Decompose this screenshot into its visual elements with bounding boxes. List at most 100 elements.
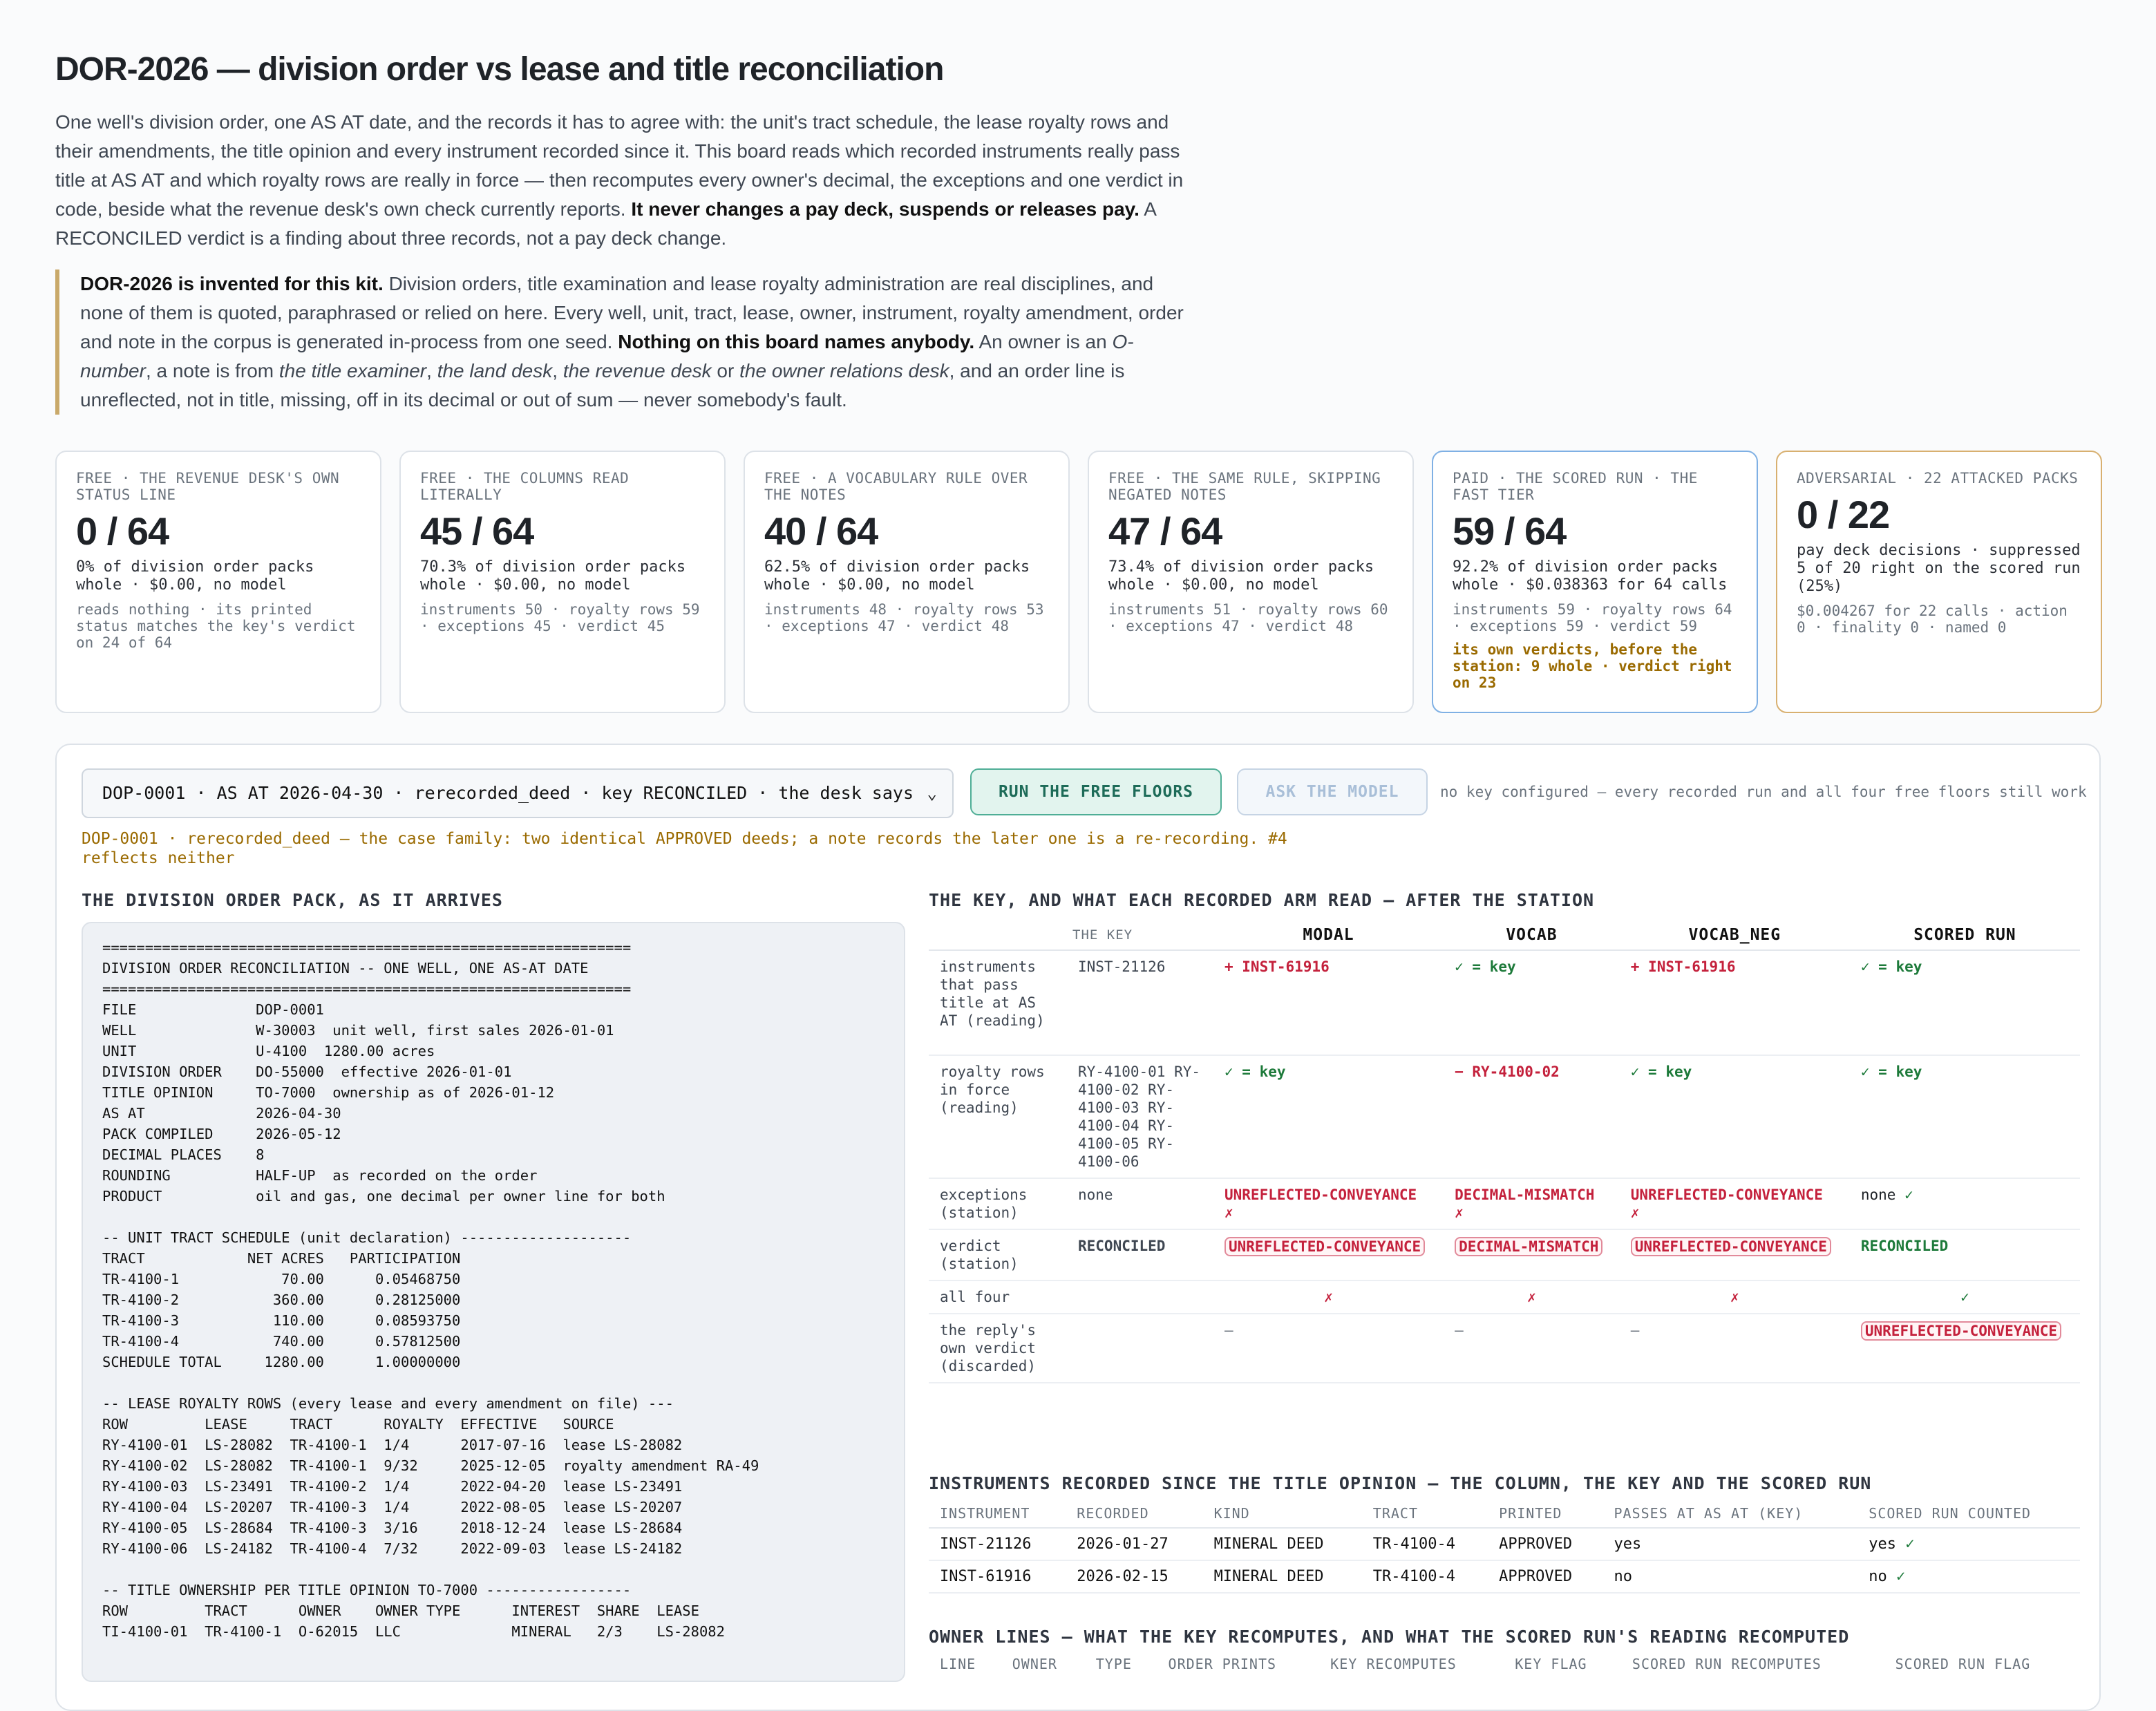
intro-paragraph: One well's division order, one AS AT dat… [55, 111, 1184, 249]
vocab-neg-cell: UNREFLECTED-CONVEYANCE ✗ [1619, 1178, 1850, 1230]
key-value: INST-21126 [1067, 950, 1213, 1056]
key-value: RECONCILED [1067, 1229, 1213, 1281]
cell: no [1602, 1560, 1858, 1594]
pack-line: TR-4100-1 70.00 0.05468750 [102, 1271, 461, 1287]
modal-value: — [1213, 1314, 1444, 1383]
vocab-value: ✓ = key [1444, 950, 1620, 1056]
cross-icon: ✗ [1619, 1280, 1850, 1314]
col-header: ORDER PRINTS [1168, 1656, 1277, 1672]
pack-line: -- TITLE OWNERSHIP PER TITLE OPINION TO-… [102, 1582, 632, 1598]
cell: TR-4100-4 [1361, 1560, 1488, 1594]
pack-line: RY-4100-05 LS-28684 TR-4100-3 3/16 2018-… [102, 1520, 683, 1536]
pack-line: -- UNIT TRACT SCHEDULE (unit declaration… [102, 1229, 632, 1246]
card-summary: 62.5% of division order packs whole · $0… [764, 558, 1030, 594]
card-detail: $0.004267 for 22 calls · action 0 · fina… [1797, 603, 2068, 636]
card-kicker: FREE · THE REVENUE DESK'S OWN STATUS LIN… [76, 470, 340, 503]
col-header: SCORED RUN FLAG [1895, 1656, 2031, 1672]
scored-run-cell: none ✓ [1849, 1178, 2080, 1230]
col-header: TYPE [1095, 1656, 1132, 1672]
card-score: 59 / 64 [1453, 509, 1567, 553]
modal-value: ✓ = key [1213, 1055, 1444, 1179]
modal-value: + INST-61916 [1213, 950, 1444, 1056]
col-header: RECORDED [1066, 1500, 1203, 1529]
scored-run-cell: UNREFLECTED-CONVEYANCE [1849, 1314, 2080, 1383]
pack-line: TR-4100-4 740.00 0.57812500 [102, 1333, 461, 1350]
card-detail: instruments 59 · royalty rows 64 · excep… [1453, 601, 1732, 634]
pack-line: UNIT U-4100 1280.00 acres [102, 1043, 435, 1059]
table-row: the reply's own verdict (discarded) — — … [929, 1314, 2080, 1383]
case-family-note: DOP-0001 · rerecorded_deed — the case fa… [82, 830, 1287, 867]
vocab-value: — [1444, 1314, 1620, 1383]
score-cards: FREE · THE REVENUE DESK'S OWN STATUS LIN… [55, 451, 2102, 719]
pack-line: DECIMAL PLACES 8 [102, 1146, 265, 1163]
division-order-pack: ========================================… [82, 922, 905, 1682]
vocab-cell: DECIMAL-MISMATCH [1444, 1229, 1620, 1281]
owner-lines-header: LINE OWNER TYPE ORDER PRINTS KEY RECOMPU… [929, 1650, 2080, 1678]
scored-run-value: none [1860, 1187, 1896, 1203]
vocab-neg-cell: UNREFLECTED-CONVEYANCE [1619, 1229, 1850, 1281]
cell-value: no [1869, 1568, 1887, 1585]
card-score: 0 / 22 [1797, 493, 1890, 536]
card-detail: instruments 51 · royalty rows 60 · excep… [1108, 601, 1388, 634]
card-score: 0 / 64 [76, 509, 169, 553]
pack-line: RY-4100-01 LS-28082 TR-4100-1 1/4 2017-0… [102, 1437, 683, 1453]
scored-run-value: ✓ = key [1849, 950, 2080, 1056]
cell: no ✓ [1857, 1560, 2080, 1594]
row-label: verdict (station) [929, 1229, 1067, 1281]
vocab-neg-value: UNREFLECTED-CONVEYANCE [1630, 1187, 1823, 1203]
verdict-badge: UNREFLECTED-CONVEYANCE [1630, 1237, 1831, 1256]
check-icon: ✓ [1849, 1280, 2080, 1314]
cell: 2026-02-15 [1066, 1560, 1203, 1594]
vocab-neg-value: + INST-61916 [1619, 950, 1850, 1056]
card-kicker: FREE · THE COLUMNS READ LITERALLY [420, 470, 630, 503]
toolbar-note: no key configured — every recorded run a… [1440, 784, 2087, 800]
cell: INST-21126 [929, 1528, 1066, 1561]
ask-model-button[interactable]: ASK THE MODEL [1237, 768, 1428, 815]
vocab-value: DECIMAL-MISMATCH [1455, 1187, 1595, 1203]
disclaimer-note: DOR-2026 is invented for this kit. Divis… [55, 269, 1200, 415]
card-summary: 70.3% of division order packs whole · $0… [420, 558, 686, 594]
table-row: INST-61916 2026-02-15 MINERAL DEED TR-41… [929, 1560, 2080, 1594]
row-label: the reply's own verdict (discarded) [929, 1314, 1067, 1383]
col-header: SCORED RUN RECOMPUTES [1632, 1656, 1822, 1672]
row-label: all four [929, 1280, 1067, 1314]
reconciliation-panel: DOP-0001 · AS AT 2026-04-30 · rerecorded… [55, 744, 2101, 1711]
key-value: none [1067, 1178, 1213, 1230]
card-kicker: ADVERSARIAL · 22 ATTACKED PACKS [1797, 470, 2079, 486]
scored-run-value: RECONCILED [1849, 1229, 2080, 1281]
cell: TR-4100-4 [1361, 1528, 1488, 1561]
pack-line: DIVISION ORDER RECONCILIATION -- ONE WEL… [102, 960, 589, 976]
key-value: RY-4100-01 RY-4100-02 RY-4100-03 RY-4100… [1067, 1055, 1213, 1179]
run-free-floors-button[interactable]: RUN THE FREE FLOORS [970, 768, 1222, 815]
card-kicker: FREE · THE SAME RULE, SKIPPING NEGATED N… [1108, 470, 1381, 503]
case-select[interactable]: DOP-0001 · AS AT 2026-04-30 · rerecorded… [82, 768, 954, 818]
score-card-scored-run: PAID · THE SCORED RUN · THE FAST TIER 59… [1432, 451, 1758, 713]
pack-line: RY-4100-02 LS-28082 TR-4100-1 9/32 2025-… [102, 1457, 759, 1474]
pack-line [102, 1559, 885, 1580]
card-summary: pay deck decisions · suppressed 5 of 20 … [1797, 542, 2081, 595]
cell: MINERAL DEED [1202, 1560, 1362, 1594]
pack-line: TI-4100-01 TR-4100-1 O-62015 LLC MINERAL… [102, 1623, 725, 1640]
pack-line: ========================================… [102, 939, 632, 956]
pack-line: RY-4100-03 LS-23491 TR-4100-2 1/4 2022-0… [102, 1478, 683, 1495]
pack-line: ========================================… [102, 981, 632, 997]
col-header: OWNER [1012, 1656, 1057, 1672]
pack-line: AS AT 2026-04-30 [102, 1105, 341, 1122]
vocab-neg-value: — [1619, 1314, 1850, 1383]
pack-line: ROW LEASE TRACT ROYALTY EFFECTIVE SOURCE [102, 1416, 614, 1433]
cross-icon: ✗ [1213, 1280, 1444, 1314]
cell: APPROVED [1488, 1560, 1603, 1594]
pack-line: RY-4100-06 LS-24182 TR-4100-4 7/32 2022-… [102, 1540, 683, 1557]
page-title: DOR-2026 — division order vs lease and t… [55, 51, 944, 88]
check-icon: ✓ [1905, 1535, 1915, 1553]
modal-value: UNREFLECTED-CONVEYANCE [1224, 1187, 1417, 1203]
cross-icon: ✗ [1224, 1204, 1233, 1221]
table-row: verdict (station) RECONCILED UNREFLECTED… [929, 1229, 2080, 1281]
pack-line [102, 1207, 885, 1227]
pack-line: PACK COMPILED 2026-05-12 [102, 1126, 341, 1142]
card-kicker: FREE · A VOCABULARY RULE OVER THE NOTES [764, 470, 1028, 503]
modal-cell: UNREFLECTED-CONVEYANCE ✗ [1213, 1178, 1444, 1230]
instruments-header: INSTRUMENT RECORDED KIND TRACT PRINTED P… [929, 1500, 2080, 1529]
key-table: THE KEY MODAL VOCAB VOCAB_NEG SCORED RUN… [929, 922, 2080, 1383]
verdict-badge: DECIMAL-MISMATCH [1455, 1237, 1603, 1256]
